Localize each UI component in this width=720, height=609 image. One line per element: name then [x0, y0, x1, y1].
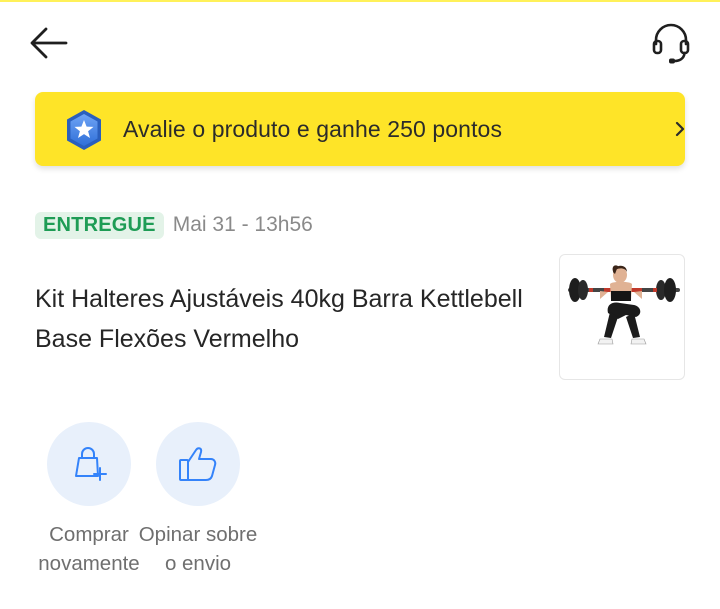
- headset-icon: [652, 23, 690, 64]
- back-button[interactable]: [26, 22, 72, 64]
- product-image[interactable]: [559, 254, 685, 380]
- delivery-date: Mai 31 - 13h56: [172, 213, 313, 236]
- order-status-row: ENTREGUE Mai 31 - 13h56: [35, 210, 313, 240]
- rate-product-banner[interactable]: Avalie o produto e ganhe 250 pontos: [35, 92, 685, 166]
- woman-squatting-with-barbell-image: [568, 265, 680, 345]
- thumbs-up-icon: [179, 447, 217, 481]
- product-title[interactable]: Kit Halteres Ajustáveis 40kg Barra Kettl…: [35, 279, 535, 359]
- buy-again-icon-circle[interactable]: [47, 422, 131, 506]
- banner-text: Avalie o produto e ganhe 250 pontos: [123, 116, 503, 142]
- star-shield-icon: [67, 110, 101, 150]
- rate-shipping-action[interactable]: Opinar sobre o envio: [138, 422, 258, 578]
- arrow-left-icon: [30, 27, 68, 59]
- status-badge: ENTREGUE: [35, 211, 164, 239]
- rate-shipping-icon-circle[interactable]: [156, 422, 240, 506]
- buy-again-label: Comprar novamente: [38, 523, 140, 575]
- rate-shipping-label: Opinar sobre o envio: [138, 523, 258, 575]
- help-button[interactable]: [648, 20, 694, 66]
- top-accent-line: [0, 0, 720, 2]
- buy-again-action[interactable]: Comprar novamente: [29, 422, 149, 578]
- chevron-right-icon: [675, 121, 685, 137]
- shopping-bag-plus-icon: [75, 447, 107, 481]
